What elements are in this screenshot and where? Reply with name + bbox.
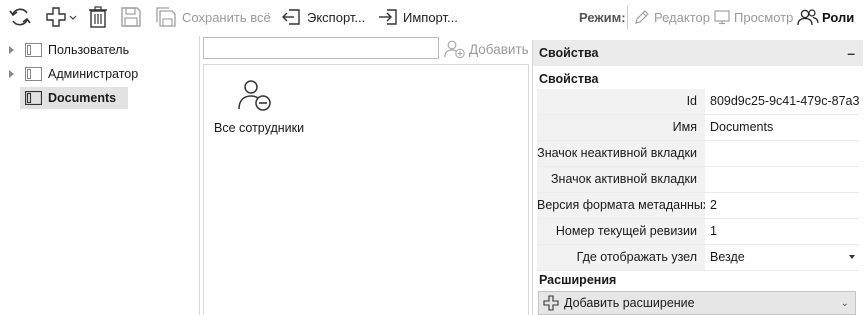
- group-list: Все сотрудники: [203, 64, 529, 315]
- add-extension-button[interactable]: Добавить расширение ⌄: [538, 291, 856, 315]
- prop-value-active-tab-icon[interactable]: [706, 167, 859, 192]
- tab-icon: [25, 91, 42, 105]
- prop-name: Версия формата метаданных: [537, 193, 705, 218]
- plus-icon: [543, 295, 559, 311]
- prop-name: Имя: [537, 115, 705, 140]
- prop-value-metadata-version[interactable]: 2: [706, 193, 859, 218]
- save-all-icon: [156, 7, 176, 27]
- properties-header: Свойства –: [533, 40, 863, 66]
- prop-row-active-tab-icon: Значок активной вкладки: [537, 167, 859, 193]
- role-tree: Пользователь Администратор Documents: [0, 36, 200, 315]
- prop-row-id: Id 809d9c25-9c41-479c-87a3: [537, 89, 859, 115]
- import-label: Импорт...: [403, 9, 458, 25]
- prop-value-name[interactable]: Documents: [706, 115, 859, 140]
- prop-name: Значок неактивной вкладки: [537, 141, 705, 166]
- prop-row-name: Имя Documents: [537, 115, 859, 141]
- export-button[interactable]: Экспорт...: [281, 3, 365, 31]
- refresh-button[interactable]: [8, 3, 32, 31]
- dropdown-arrow-icon: [849, 255, 855, 259]
- export-label: Экспорт...: [307, 9, 366, 25]
- prop-row-display-location: Где отображать узел Везде: [537, 245, 859, 271]
- delete-button[interactable]: [87, 3, 109, 31]
- refresh-icon: [9, 8, 31, 26]
- mode-preview-label: Просмотр: [734, 9, 794, 25]
- chevron-down-icon: ⌄: [840, 298, 849, 309]
- display-location-value: Везде: [710, 250, 745, 264]
- prop-row-metadata-version: Версия формата метаданных 2: [537, 193, 859, 219]
- add-button[interactable]: [44, 3, 77, 31]
- prop-value-revision[interactable]: 1: [706, 219, 859, 244]
- import-icon: [379, 9, 397, 25]
- prop-name: Id: [537, 89, 705, 114]
- mode-editor-label: Редактор: [654, 9, 710, 25]
- toolbar: Сохранить всё Экспорт... Импорт... Режим…: [0, 0, 868, 35]
- search-input[interactable]: [203, 37, 439, 59]
- collapse-button[interactable]: –: [847, 45, 855, 61]
- group-tile-all-employees[interactable]: Все сотрудники: [210, 73, 304, 137]
- delete-icon: [89, 6, 107, 28]
- mode-separator: [627, 5, 628, 29]
- tree-item-admin[interactable]: Администратор: [0, 63, 199, 85]
- properties-panel: Свойства – Свойства Id 809d9c25-9c41-479…: [532, 40, 863, 315]
- expand-arrow-icon[interactable]: [9, 46, 14, 54]
- prop-name: Значок активной вкладки: [537, 167, 705, 192]
- prop-name: Номер текущей ревизии: [537, 219, 705, 244]
- pencil-icon: [635, 10, 649, 24]
- tab-icon: [25, 67, 42, 81]
- search-row: Добавить: [203, 37, 529, 63]
- groups-panel: Добавить Все сотрудники: [201, 36, 531, 315]
- monitor-icon: [714, 10, 730, 25]
- save-all-button[interactable]: Сохранить всё: [155, 3, 271, 31]
- properties-header-title: Свойства: [539, 46, 599, 60]
- users-icon: [797, 9, 819, 26]
- chevron-down-icon: [69, 15, 77, 20]
- add-user-icon: [444, 40, 465, 59]
- user-minus-icon: [238, 80, 271, 111]
- prop-row-revision: Номер текущей ревизии 1: [537, 219, 859, 245]
- section-properties-title: Свойства: [539, 72, 599, 86]
- tree-item-label: Пользователь: [48, 43, 130, 57]
- save-icon: [121, 7, 141, 27]
- mode-label: Режим:: [579, 10, 626, 25]
- add-extension-label: Добавить расширение: [564, 296, 695, 310]
- mode-roles-button[interactable]: Роли: [797, 4, 854, 30]
- group-label: Все сотрудники: [214, 121, 305, 135]
- tree-item-documents[interactable]: Documents: [20, 87, 128, 109]
- mode-roles-label: Роли: [822, 9, 855, 25]
- prop-name: Где отображать узел: [537, 245, 705, 270]
- prop-row-inactive-tab-icon: Значок неактивной вкладки: [537, 141, 859, 167]
- import-button[interactable]: Импорт...: [377, 3, 458, 31]
- save-all-label: Сохранить всё: [182, 9, 271, 25]
- display-location-select[interactable]: Везде: [706, 245, 859, 270]
- tree-item-user[interactable]: Пользователь: [0, 39, 199, 61]
- add-member-label: Добавить: [469, 41, 529, 57]
- prop-value-inactive-tab-icon[interactable]: [706, 141, 859, 166]
- section-extensions-title: Расширения: [539, 273, 617, 287]
- add-member-button[interactable]: Добавить: [444, 37, 529, 61]
- prop-value-id[interactable]: 809d9c25-9c41-479c-87a3: [706, 89, 859, 114]
- add-icon: [46, 7, 66, 27]
- expand-arrow-icon[interactable]: [9, 70, 14, 78]
- export-icon: [282, 9, 300, 25]
- mode-editor-button[interactable]: Редактор: [633, 4, 710, 30]
- tree-item-label: Администратор: [48, 67, 139, 81]
- tree-item-label: Documents: [48, 91, 117, 105]
- tab-icon: [25, 43, 42, 57]
- mode-preview-button[interactable]: Просмотр: [713, 4, 793, 30]
- save-button[interactable]: [120, 3, 142, 31]
